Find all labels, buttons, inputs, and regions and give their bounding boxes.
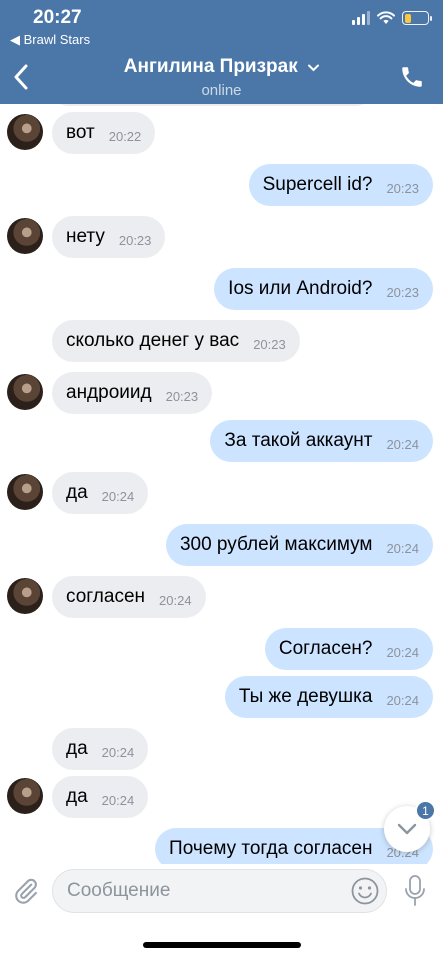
message-text: Согласен? — [278, 638, 373, 659]
message-text: да — [66, 738, 88, 759]
outgoing-message-bubble[interactable]: 300 рублей максимум 20:24 — [165, 524, 433, 566]
outgoing-message-bubble[interactable]: Supercell id? 20:23 — [248, 164, 433, 206]
contact-avatar[interactable] — [7, 474, 43, 510]
smiley-icon[interactable] — [350, 876, 380, 906]
back-to-app-link[interactable]: ◀ Brawl Stars — [10, 32, 90, 48]
message-row: да 20:24 — [0, 776, 443, 818]
message-row: да 20:24 — [0, 728, 443, 770]
message-row: вот 20:22 — [0, 112, 443, 154]
message-text: согласен — [66, 586, 146, 607]
message-text: 300 рублей максимум — [179, 534, 373, 555]
message-timestamp: 20:23 — [386, 181, 419, 196]
message-text: Ios или Android? — [228, 278, 373, 299]
incoming-message-bubble[interactable]: вот 20:22 — [52, 112, 156, 154]
message-timestamp: 20:24 — [101, 489, 135, 504]
message-timestamp: 20:23 — [165, 389, 199, 404]
message-text: сколько денег у вас — [66, 330, 240, 351]
message-timestamp: 20:24 — [101, 745, 135, 760]
message-text: вот — [66, 122, 95, 143]
battery-level — [404, 13, 411, 23]
phone-icon[interactable] — [399, 64, 425, 90]
message-row: согласен 20:24 — [0, 576, 443, 618]
unread-badge: 1 — [415, 800, 436, 821]
message-timestamp: 20:24 — [386, 437, 419, 452]
message-row: Supercell id? 20:23 — [0, 164, 443, 206]
home-indicator — [143, 942, 301, 948]
message-row: андроиид 20:23 — [0, 372, 443, 414]
message-row: Ты же девушка 20:24 — [0, 676, 443, 718]
message-row: нету 20:23 — [0, 216, 443, 258]
contact-avatar[interactable] — [7, 778, 43, 814]
message-timestamp: 20:24 — [386, 541, 419, 556]
message-text: да — [66, 786, 88, 807]
message-row: Согласен? 20:24 — [0, 628, 443, 670]
message-timestamp: 20:24 — [101, 793, 135, 808]
message-text: да — [66, 482, 88, 503]
paperclip-icon[interactable] — [12, 876, 40, 906]
chevron-down-icon — [308, 64, 320, 72]
contact-avatar[interactable] — [7, 578, 43, 614]
online-status: online — [201, 82, 242, 99]
message-timestamp: 20:23 — [386, 285, 419, 300]
message-list[interactable]: вот 20:22 Supercell id? 20:23 нету 20:23 Ios и… — [0, 104, 443, 864]
chat-header: 20:27 ◀ Brawl Stars Ангилина Призрак onl… — [0, 0, 443, 104]
message-text: нету — [66, 226, 105, 247]
message-text: Supercell id? — [262, 174, 373, 195]
message-timestamp: 20:24 — [386, 645, 419, 660]
message-input[interactable]: Сообщение — [52, 869, 387, 913]
incoming-message-bubble[interactable]: да 20:24 — [52, 776, 149, 818]
message-text: Почему тогда согласен — [169, 838, 373, 859]
message-text: За такой аккаунт — [224, 430, 373, 451]
status-time: 20:27 — [33, 7, 82, 28]
wifi-icon — [377, 11, 395, 24]
message-timestamp: 20:24 — [386, 693, 419, 708]
cellular-signal-icon — [352, 11, 370, 25]
message-row: За такой аккаунт 20:24 — [0, 420, 443, 462]
incoming-message-bubble[interactable]: да 20:24 — [52, 728, 149, 770]
battery-icon — [402, 11, 432, 25]
incoming-message-bubble[interactable]: да 20:24 — [52, 472, 149, 514]
contact-name: Ангилина Призрак — [123, 56, 298, 77]
message-timestamp: 20:22 — [108, 129, 142, 144]
message-timestamp: 20:23 — [118, 233, 152, 248]
outgoing-message-bubble[interactable]: Ios или Android? 20:23 — [214, 268, 433, 310]
microphone-icon[interactable] — [404, 874, 426, 908]
outgoing-message-bubble[interactable]: За такой аккаунт 20:24 — [210, 420, 433, 462]
message-timestamp: 20:23 — [253, 337, 286, 352]
message-row: да 20:24 — [0, 472, 443, 514]
message-row: сколько денег у вас 20:23 — [0, 320, 443, 362]
incoming-message-bubble[interactable]: согласен 20:24 — [52, 576, 206, 618]
outgoing-message-bubble[interactable]: Ты же девушка 20:24 — [224, 676, 433, 718]
message-row: Почему тогда согласен 20:24 — [0, 828, 443, 864]
incoming-message-bubble[interactable]: сколько денег у вас 20:23 — [52, 320, 300, 362]
status-icons — [352, 11, 432, 25]
message-text: андроиид — [66, 382, 152, 403]
outgoing-message-bubble[interactable]: Согласен? 20:24 — [264, 628, 433, 670]
message-row: 300 рублей максимум 20:24 — [0, 524, 443, 566]
contact-avatar[interactable] — [7, 114, 43, 150]
partial-message-bubble — [52, 104, 372, 106]
scroll-to-bottom-button[interactable]: 1 — [384, 800, 436, 852]
incoming-message-bubble[interactable]: нету 20:23 — [52, 216, 166, 258]
message-row: Ios или Android? 20:23 — [0, 268, 443, 310]
message-text: Ты же девушка — [238, 686, 373, 707]
contact-avatar[interactable] — [7, 218, 43, 254]
message-timestamp: 20:24 — [159, 593, 192, 608]
contact-avatar[interactable] — [7, 374, 43, 410]
conversation-title-button[interactable]: Ангилина Призрак online — [0, 56, 443, 99]
chevron-down-icon — [397, 823, 417, 835]
incoming-message-bubble[interactable]: андроиид 20:23 — [52, 372, 213, 414]
